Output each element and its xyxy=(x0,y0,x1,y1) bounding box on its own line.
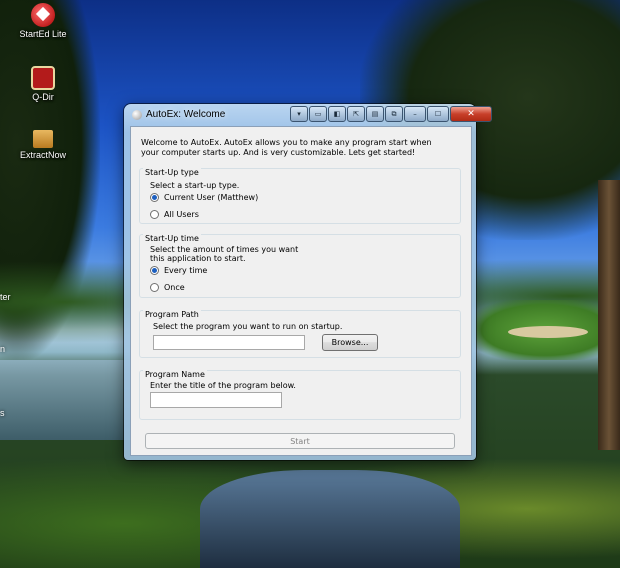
startup-type-group: Start-Up type Select a start-up type. Cu… xyxy=(139,168,461,224)
radio-label: All Users xyxy=(164,210,199,219)
desktop-icon-label: StartEd Lite xyxy=(19,29,67,39)
startup-type-prompt: Select a start-up type. xyxy=(150,181,240,190)
wallpaper-tree-trunk xyxy=(598,180,620,450)
program-name-group: Program Name Enter the title of the prog… xyxy=(139,370,461,420)
desktop-icon-q-dir[interactable]: Q-Dir xyxy=(3,66,83,102)
transparency-icon[interactable]: ⧉ xyxy=(385,106,403,122)
extractnow-icon xyxy=(33,130,53,148)
intro-text: Welcome to AutoEx. AutoEx allows you to … xyxy=(141,138,432,157)
window-title: AutoEx: Welcome xyxy=(146,109,226,120)
radio-label: Once xyxy=(164,283,185,292)
wallpaper-stream xyxy=(200,470,460,568)
radio-all-users[interactable]: All Users xyxy=(150,210,199,219)
pin-icon[interactable]: ◧ xyxy=(328,106,346,122)
radio-label: Current User (Matthew) xyxy=(164,193,259,202)
desktop-icon-label-partial[interactable]: n xyxy=(0,344,5,354)
q-dir-icon xyxy=(31,66,55,90)
close-button[interactable]: ✕ xyxy=(450,106,492,122)
group-title: Start-Up type xyxy=(143,168,201,177)
desktop-icon-label-partial[interactable]: s xyxy=(0,408,5,418)
started-lite-icon xyxy=(31,3,55,27)
startup-time-group: Start-Up time Select the amount of times… xyxy=(139,234,461,298)
radio-label: Every time xyxy=(164,266,208,275)
autoex-window: AutoEx: Welcome ▾ ▭ ◧ ⇱ ▤ ⧉ – ☐ ✕ Welcom… xyxy=(124,104,492,460)
desktop-icon-label: Q-Dir xyxy=(32,92,54,102)
wallpaper-bunker xyxy=(508,326,588,338)
radio-current-user[interactable]: Current User (Matthew) xyxy=(150,193,258,202)
program-path-input[interactable] xyxy=(153,335,305,350)
radio-unselected-icon xyxy=(150,283,159,292)
dropdown-icon[interactable]: ▾ xyxy=(290,106,308,122)
title-bar[interactable]: AutoEx: Welcome ▾ ▭ ◧ ⇱ ▤ ⧉ – ☐ ✕ xyxy=(124,104,492,126)
radio-selected-icon xyxy=(150,193,159,202)
program-name-input[interactable] xyxy=(150,392,282,408)
desktop-icon-label: ExtractNow xyxy=(19,150,66,160)
desktop-icon-extractnow[interactable]: ExtractNow xyxy=(3,130,83,160)
group-title: Program Name xyxy=(143,370,207,379)
radio-every-time[interactable]: Every time xyxy=(150,266,207,275)
browse-button[interactable]: Browse... xyxy=(322,334,378,351)
window-client-area: Welcome to AutoEx. AutoEx allows you to … xyxy=(130,126,472,456)
program-path-group: Program Path Select the program you want… xyxy=(139,310,461,358)
minimize-button[interactable]: – xyxy=(404,106,426,122)
group-title: Start-Up time xyxy=(143,234,201,243)
radio-selected-icon xyxy=(150,266,159,275)
start-button[interactable]: Start xyxy=(145,433,455,449)
program-path-prompt: Select the program you want to run on st… xyxy=(153,322,343,331)
roll-up-icon[interactable]: ▤ xyxy=(366,106,384,122)
startup-time-prompt: Select the amount of times you want this… xyxy=(150,245,299,263)
resize-icon[interactable]: ⇱ xyxy=(347,106,365,122)
desktop-icon-label-partial[interactable]: ter xyxy=(0,292,11,302)
desktop-icon-started-lite[interactable]: StartEd Lite xyxy=(3,3,83,39)
title-bar-buttons: ▾ ▭ ◧ ⇱ ▤ ⧉ – ☐ ✕ xyxy=(290,106,492,122)
radio-once[interactable]: Once xyxy=(150,283,185,292)
group-title: Program Path xyxy=(143,310,201,319)
maximize-button[interactable]: ☐ xyxy=(427,106,449,122)
radio-unselected-icon xyxy=(150,210,159,219)
program-name-prompt: Enter the title of the program below. xyxy=(150,381,296,390)
screenshot-icon[interactable]: ▭ xyxy=(309,106,327,122)
app-icon xyxy=(132,110,142,120)
